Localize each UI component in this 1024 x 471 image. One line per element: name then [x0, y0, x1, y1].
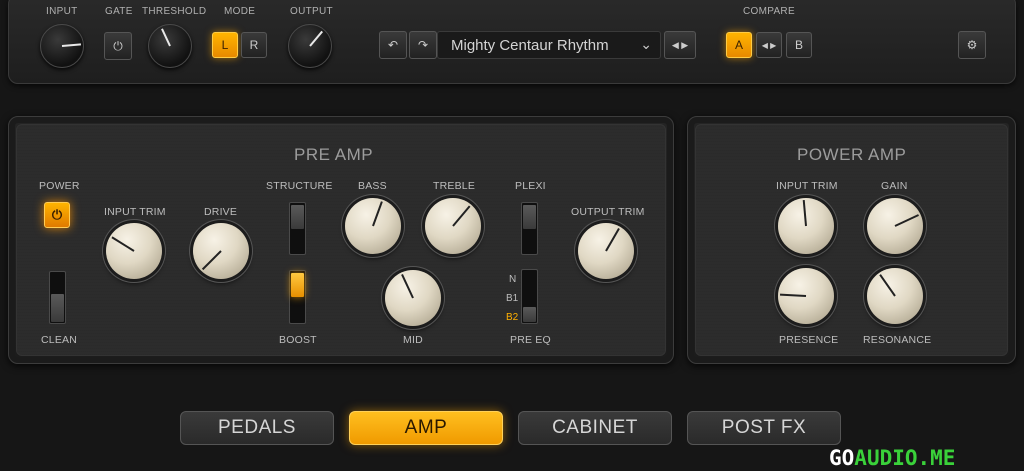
- compare-label: COMPARE: [743, 6, 795, 17]
- input-knob[interactable]: [40, 24, 84, 68]
- gain-label: GAIN: [881, 180, 908, 192]
- boost-switch[interactable]: [289, 270, 306, 324]
- mode-right-button[interactable]: R: [241, 32, 267, 58]
- chevron-down-icon: ⌄: [640, 36, 652, 52]
- threshold-knob[interactable]: [148, 24, 192, 68]
- preset-selector[interactable]: Mighty Centaur Rhythm ⌄: [437, 31, 661, 59]
- power-amp-title: POWER AMP: [797, 145, 907, 164]
- pre-eq-switch[interactable]: [521, 269, 538, 324]
- redo-icon: ↷: [417, 38, 429, 52]
- swap-arrows-icon: ◀ ▶: [761, 40, 777, 50]
- structure-label: STRUCTURE: [266, 180, 333, 192]
- power-label: POWER: [39, 180, 80, 192]
- mid-knob[interactable]: [385, 270, 441, 326]
- power-input-trim-label: INPUT TRIM: [776, 180, 838, 192]
- gate-power-button[interactable]: ⏻: [104, 32, 132, 60]
- preset-prev-next-button[interactable]: ◀ ▶: [664, 31, 696, 59]
- output-trim-knob[interactable]: [578, 223, 634, 279]
- undo-icon: ↶: [387, 38, 399, 52]
- input-label: INPUT: [46, 6, 78, 17]
- plexi-switch[interactable]: [521, 202, 538, 255]
- treble-label: TREBLE: [433, 180, 476, 192]
- presence-label: PRESENCE: [779, 334, 839, 346]
- power-button[interactable]: ⏻: [44, 202, 70, 228]
- pre-eq-option-n: N: [509, 274, 517, 285]
- settings-button[interactable]: ⚙: [958, 31, 986, 59]
- gate-label: GATE: [105, 6, 133, 17]
- pre-input-trim-knob[interactable]: [106, 223, 162, 279]
- pre-eq-option-b1: B1: [506, 293, 519, 304]
- resonance-label: RESONANCE: [863, 334, 932, 346]
- mid-label: MID: [403, 334, 423, 346]
- undo-button[interactable]: ↶: [379, 31, 407, 59]
- output-trim-label: OUTPUT TRIM: [571, 206, 645, 218]
- power-icon: ⏻: [113, 38, 123, 53]
- treble-knob[interactable]: [425, 198, 481, 254]
- bass-label: BASS: [358, 180, 387, 192]
- mode-left-button[interactable]: L: [212, 32, 238, 58]
- pre-eq-label: PRE EQ: [510, 334, 551, 346]
- tab-cabinet[interactable]: CABINET: [518, 411, 672, 445]
- drive-label: DRIVE: [204, 206, 238, 218]
- watermark-logo: GOAUDIO.ME: [829, 445, 1024, 471]
- bass-knob[interactable]: [345, 198, 401, 254]
- watermark-part1: GO: [829, 446, 855, 470]
- resonance-knob[interactable]: [867, 268, 923, 324]
- output-knob[interactable]: [288, 24, 332, 68]
- compare-a-button[interactable]: A: [726, 32, 752, 58]
- pre-input-trim-label: INPUT TRIM: [104, 206, 166, 218]
- power-icon: ⏻: [51, 207, 63, 222]
- compare-b-button[interactable]: B: [786, 32, 812, 58]
- power-input-trim-knob[interactable]: [778, 198, 834, 254]
- redo-button[interactable]: ↷: [409, 31, 437, 59]
- tab-amp[interactable]: AMP: [349, 411, 503, 445]
- structure-switch[interactable]: [289, 202, 306, 255]
- tab-pedals[interactable]: PEDALS: [180, 411, 334, 445]
- clean-label: CLEAN: [41, 334, 78, 346]
- boost-label: BOOST: [279, 334, 317, 346]
- clean-switch[interactable]: [49, 271, 66, 324]
- watermark-part2: AUDIO.ME: [854, 446, 956, 470]
- mode-label: MODE: [224, 6, 256, 17]
- output-label: OUTPUT: [290, 6, 333, 17]
- tab-post-fx[interactable]: POST FX: [687, 411, 841, 445]
- threshold-label: THRESHOLD: [142, 6, 207, 17]
- gain-knob[interactable]: [867, 198, 923, 254]
- pre-amp-title: PRE AMP: [294, 145, 374, 164]
- pre-eq-option-b2: B2: [506, 312, 519, 323]
- gear-icon: ⚙: [966, 38, 978, 52]
- plexi-label: PLEXI: [515, 180, 546, 192]
- presence-knob[interactable]: [778, 268, 834, 324]
- preset-name: Mighty Centaur Rhythm: [451, 36, 609, 54]
- drive-knob[interactable]: [193, 223, 249, 279]
- prev-next-arrows-icon: ◀ ▶: [671, 39, 689, 50]
- compare-swap-button[interactable]: ◀ ▶: [756, 32, 782, 58]
